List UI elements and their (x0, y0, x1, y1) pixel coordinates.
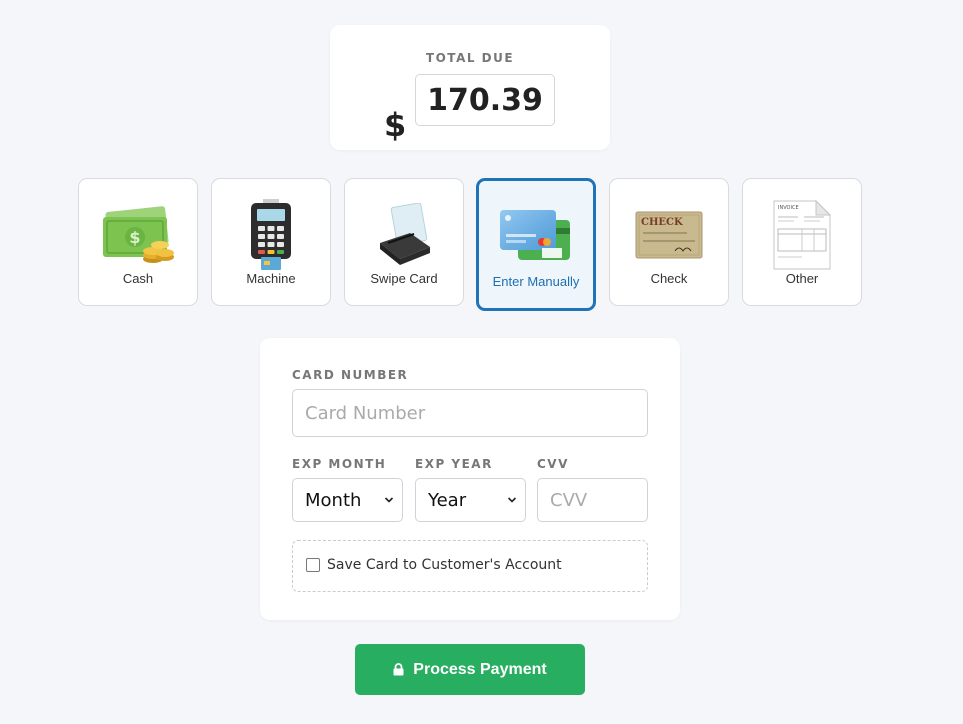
cvv-input[interactable]: CVV (537, 478, 648, 522)
save-card-label[interactable]: Save Card to Customer's Account (327, 557, 562, 573)
method-label: Machine (246, 271, 296, 286)
swipe-card-icon (380, 202, 430, 265)
card-machine-icon (251, 198, 291, 270)
total-due-label: TOTAL DUE (425, 51, 515, 65)
method-other[interactable]: INVOICE Other (742, 178, 862, 306)
exp-year-label: EXP YEAR (415, 457, 493, 471)
exp-month-value: Month (305, 489, 362, 511)
save-card-option: Save Card to Customer's Account (292, 540, 648, 592)
method-swipe-card[interactable]: Swipe Card (344, 178, 464, 306)
method-label: Cash (122, 271, 154, 286)
method-cash[interactable]: $ Cash (78, 178, 198, 306)
save-card-checkbox[interactable] (306, 558, 320, 572)
check-icon: CHECK (635, 211, 703, 258)
process-payment-label: Process Payment (413, 660, 547, 678)
currency-symbol: $ (384, 106, 407, 144)
card-entry-form: CARD NUMBER Card Number EXP MONTH Month … (260, 338, 680, 620)
method-machine[interactable]: Machine (211, 178, 331, 306)
method-check[interactable]: CHECK Check (609, 178, 729, 306)
card-number-label: CARD NUMBER (292, 368, 409, 382)
svg-text:$: $ (129, 228, 140, 247)
chevron-down-icon (507, 497, 517, 503)
credit-cards-icon (500, 209, 570, 260)
exp-year-value: Year (428, 489, 467, 511)
chevron-down-icon (384, 497, 394, 503)
method-label: Swipe Card (370, 271, 438, 286)
exp-month-select[interactable]: Month (292, 478, 403, 522)
cvv-label: CVV (537, 457, 569, 471)
svg-text:CHECK: CHECK (641, 217, 683, 228)
lock-icon (393, 663, 404, 676)
card-number-input[interactable]: Card Number (292, 389, 648, 437)
method-label: Enter Manually (492, 274, 580, 289)
total-due-card: TOTAL DUE $ 170.39 (330, 25, 610, 150)
method-label: Check (650, 271, 688, 286)
exp-year-select[interactable]: Year (415, 478, 526, 522)
invoice-icon: INVOICE (773, 199, 832, 269)
total-due-amount[interactable]: 170.39 (415, 74, 555, 126)
exp-month-label: EXP MONTH (292, 457, 387, 471)
method-enter-manually[interactable]: Enter Manually (476, 178, 596, 311)
process-payment-button[interactable]: Process Payment (355, 644, 585, 695)
svg-text:INVOICE: INVOICE (778, 205, 799, 211)
method-label: Other (785, 271, 819, 286)
cash-icon: $ (103, 205, 174, 263)
